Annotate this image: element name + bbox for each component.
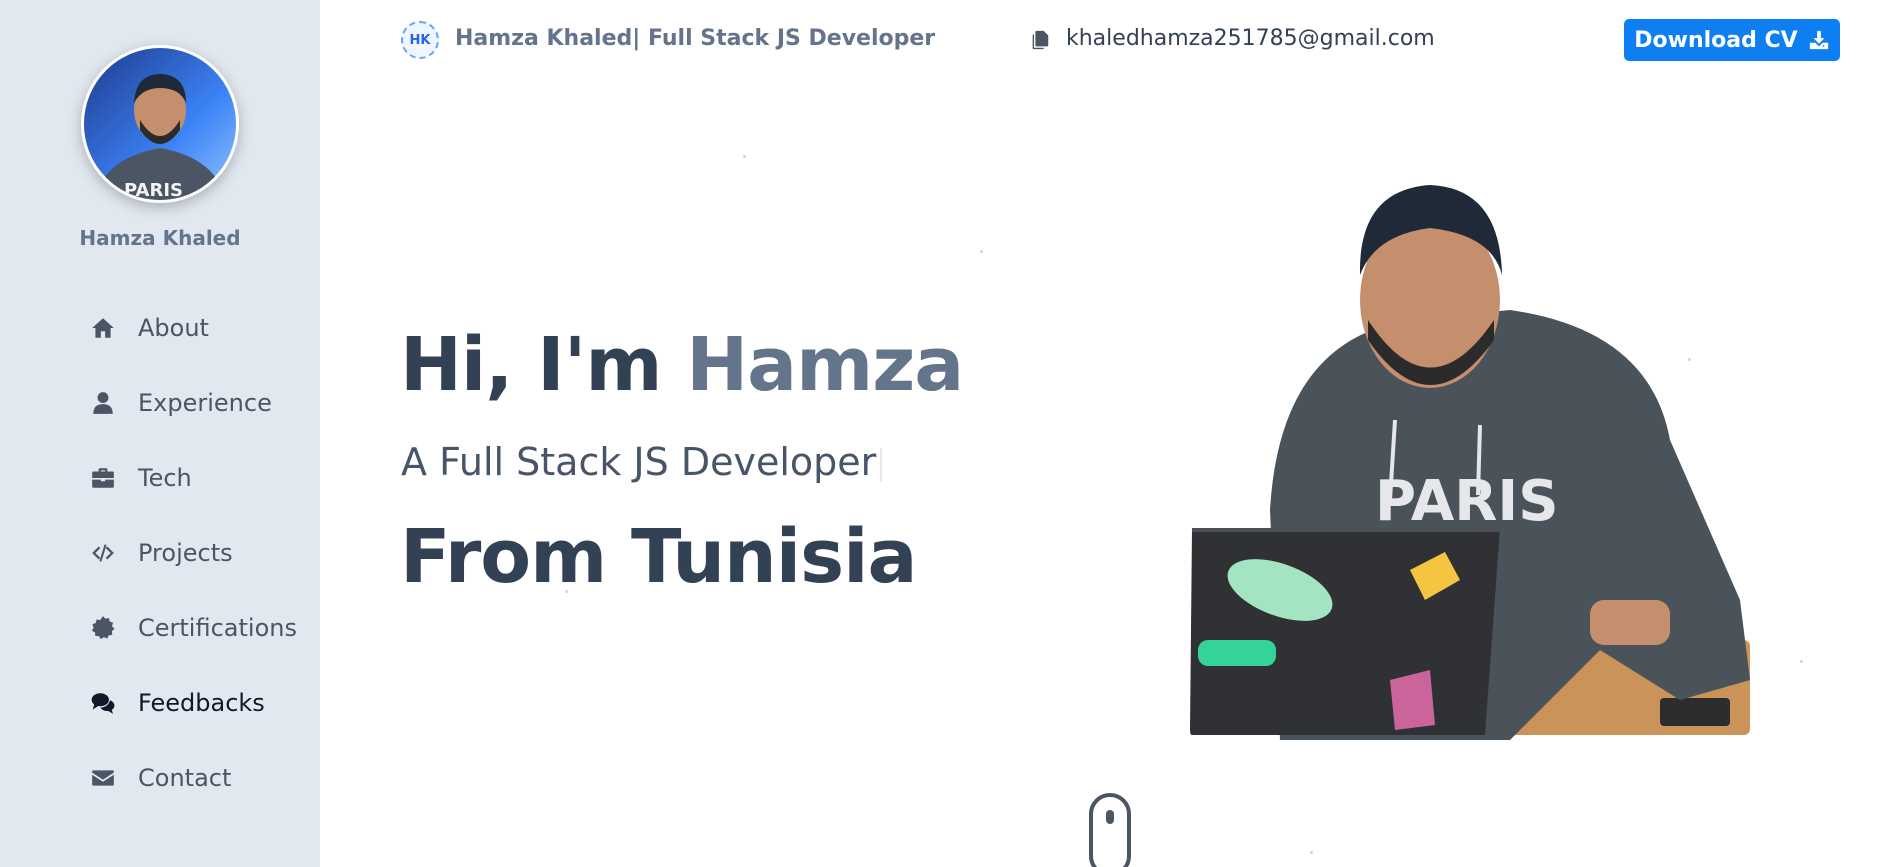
sidebar-item-certifications[interactable]: Certifications [88,590,297,665]
hero-role-text: A Full Stack JS Developer [401,440,877,484]
background-dot [1800,660,1803,663]
sidebar-item-label: Tech [138,463,192,492]
sidebar-item-projects[interactable]: Projects [88,515,297,590]
envelope-icon [88,763,118,793]
sidebar-item-contact[interactable]: Contact [88,740,297,815]
header-title: Hamza Khaled| Full Stack JS Developer [455,26,936,51]
svg-text:PARIS: PARIS [1375,469,1559,534]
hero-greeting: Hi, I'm Hamza [400,322,964,408]
briefcase-icon [88,463,118,493]
site-logo[interactable]: HK [401,21,439,59]
hero-origin: From Tunisia [400,514,917,600]
sidebar-item-label: Feedbacks [138,688,265,717]
hero-role: A Full Stack JS Developer [401,440,883,484]
email-address[interactable]: khaledhamza251785@gmail.com [1066,26,1435,51]
avatar: PARIS [81,45,239,203]
user-icon [88,388,118,418]
hero-name: Hamza [686,322,964,408]
sidebar-item-label: Experience [138,388,272,417]
sidebar-item-label: Contact [138,763,232,792]
hero-photo: PARIS [1190,185,1750,740]
sidebar-item-experience[interactable]: Experience [88,365,297,440]
hero-greeting-text: Hi, I'm [400,322,687,408]
sidebar-item-label: About [138,313,209,342]
logo-text: HK [409,32,431,48]
background-dot [980,250,983,253]
sidebar: PARIS Hamza Khaled About Experience Tech [0,0,320,867]
comments-icon [88,688,118,718]
download-icon [1809,30,1828,50]
sidebar-item-label: Certifications [138,613,297,642]
home-icon [88,313,118,343]
sidebar-nav: About Experience Tech Projects Certifica… [88,290,297,815]
sidebar-item-feedbacks[interactable]: Feedbacks [88,665,297,740]
certificate-icon [88,613,118,643]
code-icon [88,538,118,568]
svg-text:PARIS: PARIS [124,180,183,200]
profile-name: Hamza Khaled [79,226,241,250]
download-cv-label: Download CV [1634,27,1798,53]
download-cv-button[interactable]: Download CV [1624,19,1840,61]
typing-cursor [880,447,883,482]
background-dot [1310,851,1313,854]
scroll-down-indicator[interactable] [1088,792,1132,867]
profile-photo: PARIS [84,48,236,200]
copy-icon[interactable] [1029,29,1051,51]
sidebar-item-about[interactable]: About [88,290,297,365]
background-dot [743,155,746,158]
sidebar-item-tech[interactable]: Tech [88,440,297,515]
sidebar-item-label: Projects [138,538,233,567]
